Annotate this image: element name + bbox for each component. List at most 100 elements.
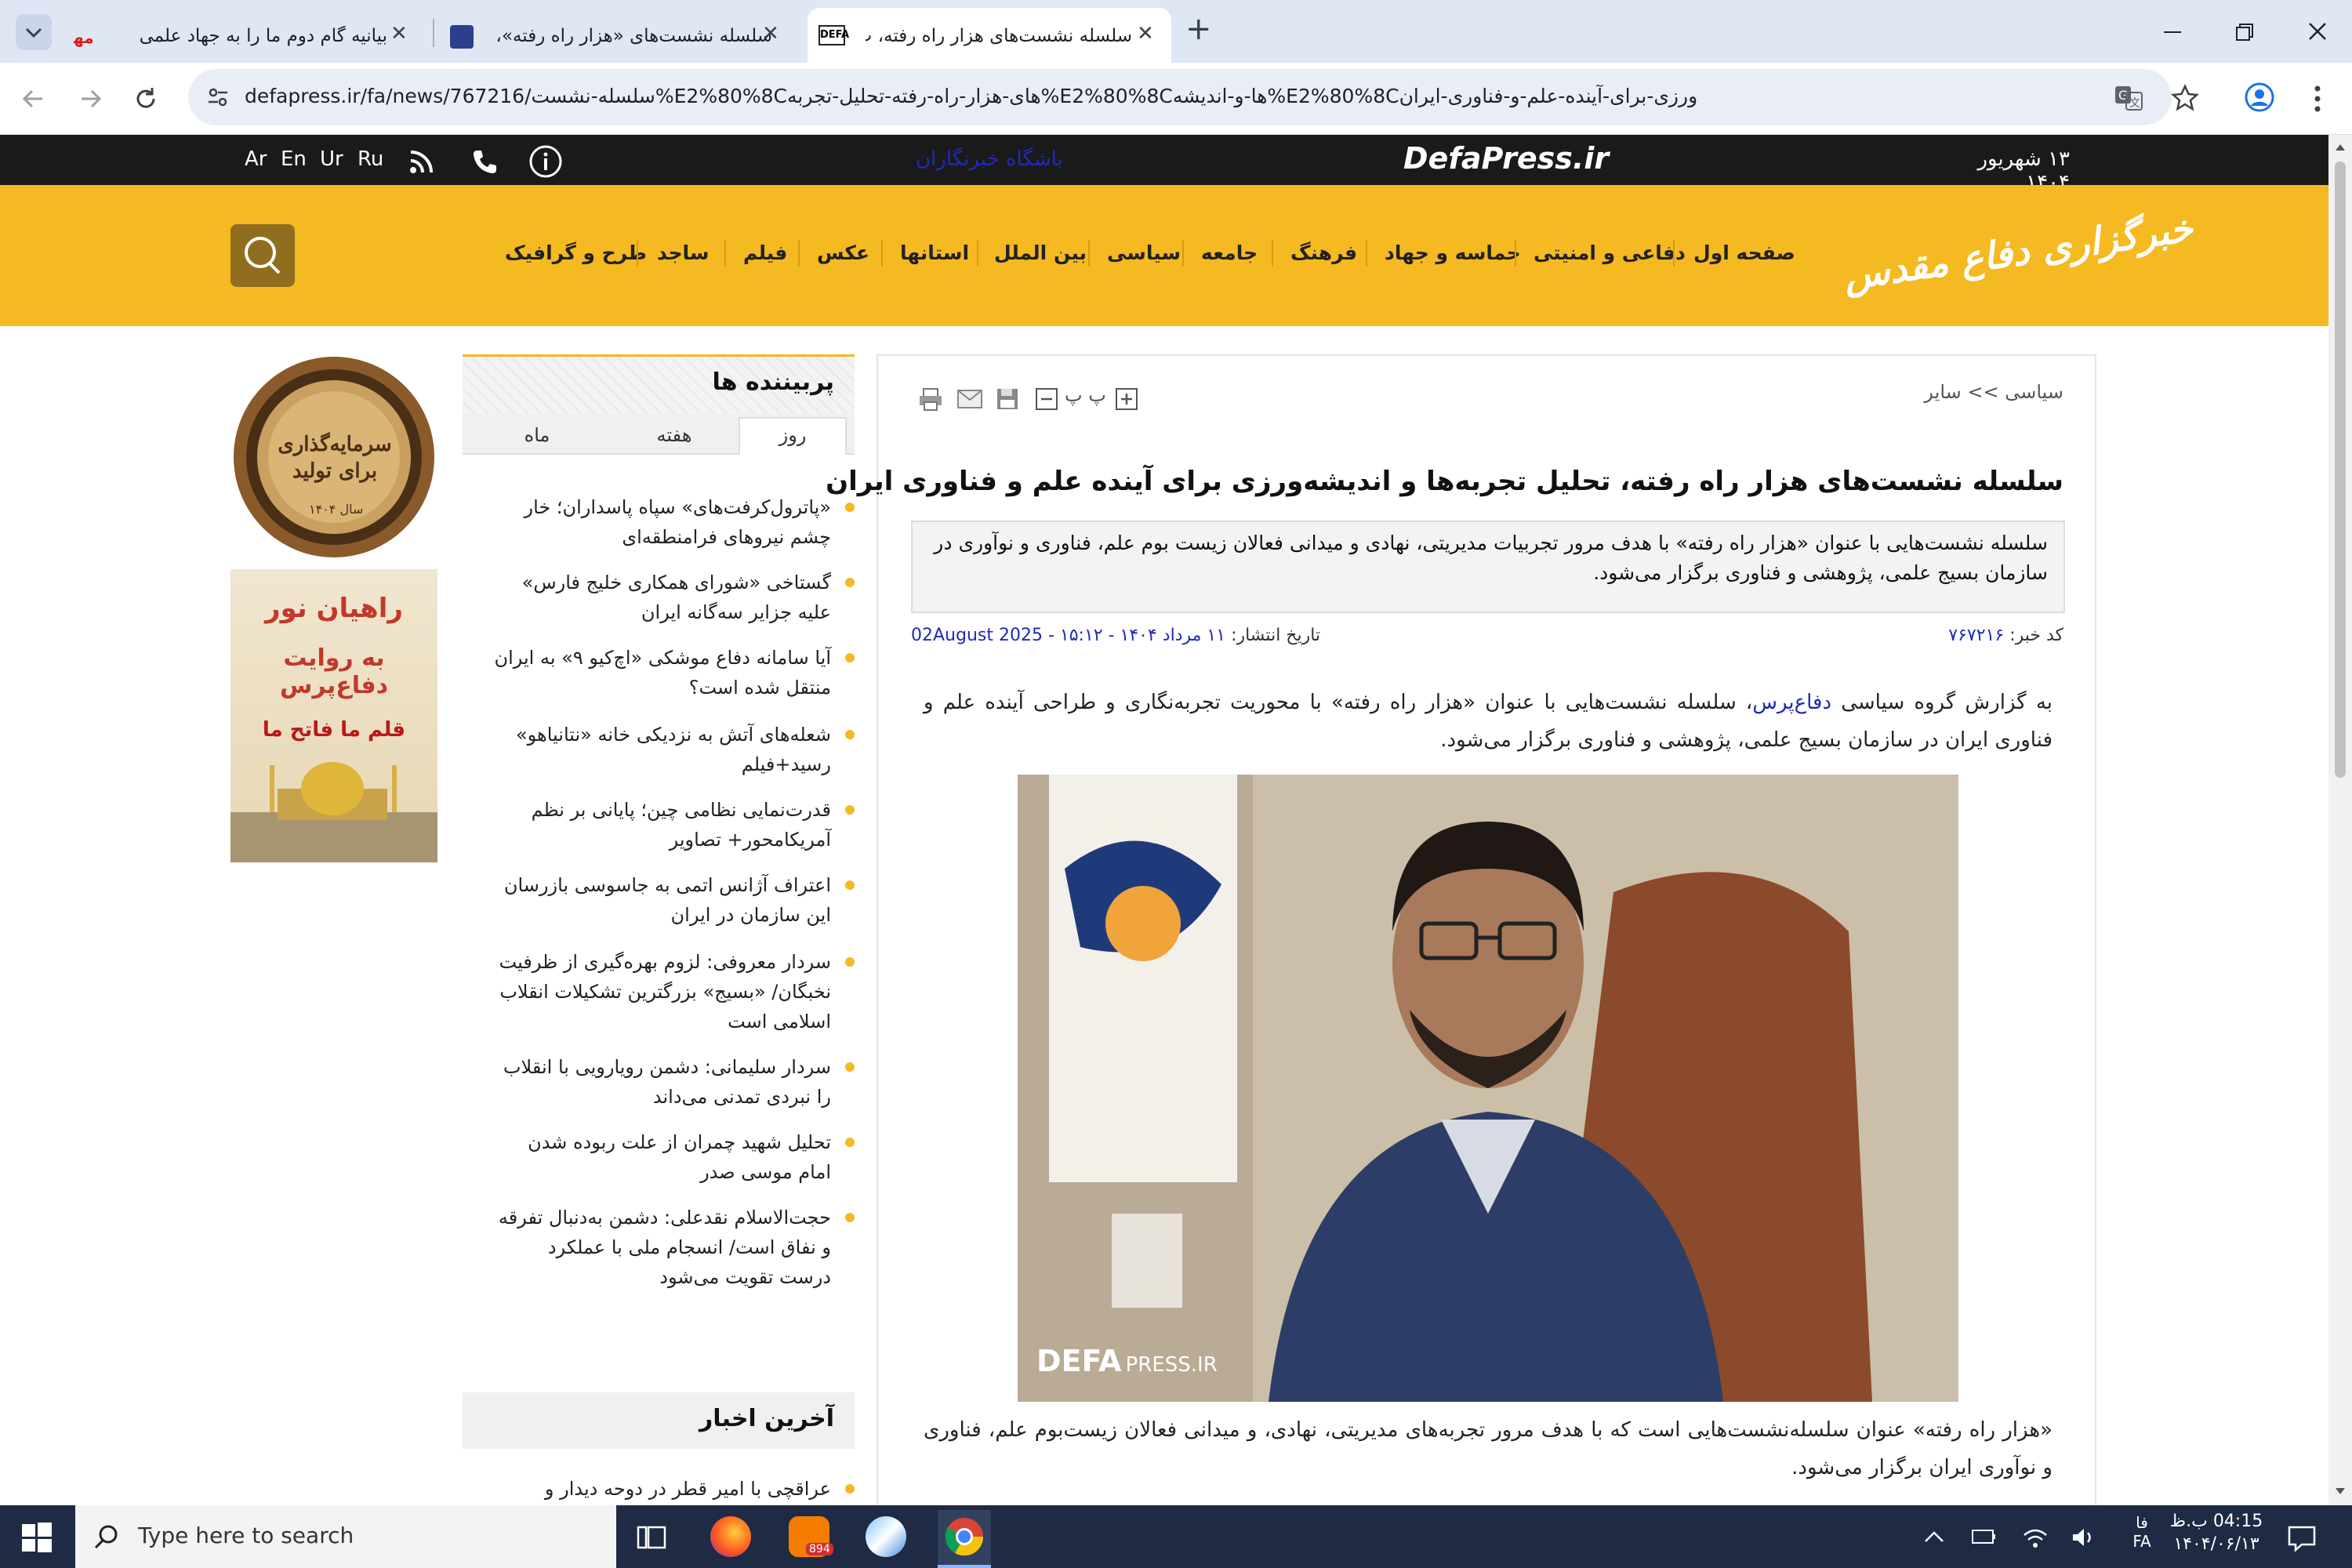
wifi-icon[interactable] [2021,1526,2049,1549]
article-title: سلسله نشست‌های هزار راه رفته، تحلیل تجرب… [826,466,2063,497]
info-icon[interactable] [528,144,563,179]
list-item[interactable]: شعله‌های آتش به نزدیکی خانه «نتانیاهو» ر… [494,720,855,779]
tab-month[interactable]: ماه [470,419,604,452]
tab-bianieh[interactable]: ﻣﻬ بیانیه گام دوم ما را به جهاد علمی ✕ [66,8,426,63]
reporters-club-link[interactable]: باشگاه خبرنگاران [916,147,1063,171]
site-brand-logo[interactable]: خبرگزاری دفاع مقدس [1835,201,2195,310]
nav-provinces[interactable]: استانها [900,241,969,264]
tray-chevron-icon[interactable] [1922,1527,1946,1546]
search-button[interactable] [230,224,295,287]
list-item[interactable]: «پاترول‌کرفت‌های» سپاه پاسداران؛ خار چشم… [494,492,855,552]
profile-icon[interactable] [2244,82,2275,113]
font-increase-icon[interactable] [1115,387,1138,411]
chrome-app[interactable] [938,1510,991,1568]
nav-society[interactable]: جامعه [1201,241,1258,264]
battery-icon[interactable] [1969,1526,1998,1549]
list-item[interactable]: عراقچی با امیر قطر در دوحه دیدار و [494,1474,855,1504]
new-tab-button[interactable]: + [1185,11,1212,47]
list-item[interactable]: اعتراف آژانس اتمی به جاسوسی بازرسان این … [494,870,855,930]
article-photo[interactable]: DEFA PRESS.IR [1018,775,1958,1402]
tab-week[interactable]: هفته [619,419,729,452]
messenger-app[interactable]: 894 [789,1516,833,1557]
portrait-image [1018,775,1958,1402]
popular-news-box: پربیننده ها روز هفته ماه «پاترول‌کرفت‌ها… [463,354,855,1338]
lang-ru[interactable]: Ru [358,147,383,171]
tab-search-button[interactable] [16,14,52,50]
list-item[interactable]: سردار معروفی: لزوم بهره‌گیری از ظرفیت نخ… [494,947,855,1036]
tab-day[interactable]: روز [739,417,847,455]
list-item[interactable]: تحلیل شهید چمران از علت ربوده شدن امام م… [494,1127,855,1187]
brand-calligraphy: خبرگزاری دفاع مقدس [1841,206,2196,299]
back-arrow-icon[interactable] [19,85,47,113]
list-item[interactable]: حجت‌الاسلام نقدعلی: دشمن به‌دنبال تفرقه … [494,1203,855,1292]
article-lead: سلسله نشست‌هایی با عنوان «هزار راه رفته»… [911,521,2065,613]
nav-sajed[interactable]: ساجد [657,241,709,264]
reload-icon[interactable] [132,85,160,113]
ad-production-badge[interactable]: سرمایه‌گذاری برای تولید سال ۱۴۰۴ [230,353,437,561]
clock[interactable]: 04:15 ب.ظ ۱۴۰۴/۰۶/۱۳ [2165,1512,2267,1554]
tab-close-icon[interactable]: ✕ [762,22,779,45]
photo-watermark: DEFA PRESS.IR [1036,1344,1218,1378]
list-item[interactable]: آیا سامانه دفاع موشکی «اچ‌کیو ۹» به ایرا… [494,643,855,702]
volume-icon[interactable] [2070,1526,2098,1549]
ad-rahian-noor[interactable]: راهیان نور به روایت دفاع‌پرس قلم ما فاتح… [230,569,437,862]
breadcrumb[interactable]: سیاسی >> سایر [1924,381,2063,403]
tab-favicon: DEFA [818,25,849,45]
tab-close-icon[interactable]: ✕ [390,22,408,45]
task-view-icon[interactable] [637,1523,666,1552]
save-icon[interactable] [996,387,1019,411]
tab-title: بیانیه گام دوم ما را به جهاد علمی [139,26,387,46]
nav-photo[interactable]: عکس [817,241,869,264]
menu-dots-icon[interactable] [2310,83,2325,114]
address-bar[interactable]: defapress.ir/fa/news/767216/سلسله-نشست%E… [188,69,2200,125]
nav-defense-security[interactable]: دفاعی و امنیتی [1534,241,1686,264]
ad-rahian-slogan: قلم ما فاتح ما [262,718,406,742]
paint-app[interactable] [866,1516,906,1557]
forward-arrow-icon[interactable] [77,85,105,113]
tab-strip: ﻣﻬ بیانیه گام دوم ما را به جهاد علمی ✕ س… [0,0,2352,63]
scroll-up-icon[interactable] [2332,140,2348,155]
bookmark-star-icon[interactable] [2170,83,2200,113]
print-icon[interactable] [917,386,944,412]
firefox-app[interactable] [710,1516,751,1557]
close-window-icon[interactable] [2305,19,2330,44]
scroll-down-icon[interactable] [2332,1483,2348,1499]
scrollbar-thumb[interactable] [2335,162,2346,778]
url-text: defapress.ir/fa/news/767216/سلسله-نشست%E… [245,85,1698,107]
chevron-down-icon [25,27,42,38]
nav-graphic[interactable]: طرح و گرافیک [505,241,647,264]
nav-political[interactable]: سیاسی [1107,241,1181,264]
nav-film[interactable]: فیلم [743,241,787,264]
defapress-link[interactable]: دفاع‌پرس [1752,691,1831,714]
lang-ar[interactable]: Ar [245,147,267,171]
news-code-value: ۷۶۷۲۱۶ [1948,626,2005,645]
site-info-icon[interactable] [205,85,230,110]
search-icon [94,1525,118,1549]
nav-epic-jihad[interactable]: حماسه و جهاد [1385,241,1521,264]
page-scrollbar[interactable] [2328,135,2352,1505]
list-item[interactable]: گستاخی «شورای همکاری خلیج فارس» علیه جزا… [494,568,855,627]
minimize-icon[interactable] [2161,20,2184,44]
phone-icon[interactable] [470,147,499,176]
notification-center-icon[interactable] [2286,1524,2318,1552]
taskbar-search-box[interactable]: Type here to search [75,1505,616,1568]
translate-icon[interactable]: G文 [2114,83,2143,113]
nav-home[interactable]: صفحه اول [1693,241,1795,264]
lang-en[interactable]: En [281,147,307,171]
site-logo-text[interactable]: DefaPress.ir [1403,141,1609,176]
restore-icon[interactable] [2233,20,2256,44]
rss-icon[interactable] [408,147,436,176]
list-item[interactable]: سردار سلیمانی: دشمن رویارویی با انقلاب ر… [494,1052,855,1112]
list-item[interactable]: قدرت‌نمایی نظامی چین؛ پایانی بر نظم آمری… [494,795,855,855]
tab-hezar-rah-active[interactable]: DEFA سلسله نشست‌های هزار راه رفته، ت ✕ [808,8,1171,63]
email-icon[interactable] [956,387,983,411]
font-decrease-icon[interactable] [1035,387,1058,411]
nav-culture[interactable]: فرهنگ [1290,241,1357,264]
language-indicator[interactable]: فا FA [2125,1513,2159,1551]
tab-close-icon[interactable]: ✕ [1137,22,1154,45]
ad-rahian-sub: به روایت دفاع‌پرس [279,644,389,699]
lang-ur[interactable]: Ur [320,147,343,171]
windows-start-icon[interactable] [22,1523,52,1552]
tab-hezar-rah-1[interactable]: سلسله نشست‌های «هزار راه رفته»، ت ✕ [439,8,808,63]
nav-international[interactable]: بین الملل [994,241,1087,264]
